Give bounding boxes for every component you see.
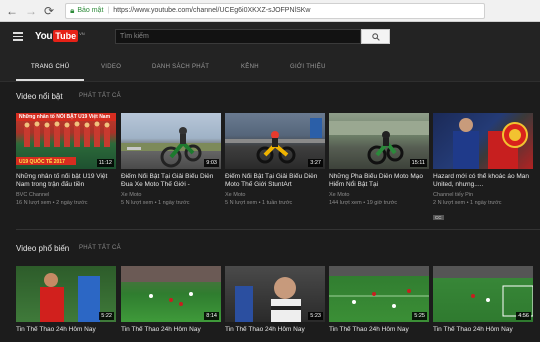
lock-icon: 🔒︎: [70, 5, 75, 15]
video-title[interactable]: Hazard mới có thể khoác áo Man United, n…: [433, 173, 533, 189]
secure-label: Bảo mật: [77, 7, 104, 14]
video-channel[interactable]: BVC Channel: [16, 192, 116, 198]
video-duration: 5:22: [99, 312, 114, 320]
popular-play-all[interactable]: PHÁT TẤT CẢ: [79, 245, 121, 251]
video-title[interactable]: Tin Thể Thao 24h Hôm Nay: [121, 326, 221, 342]
reload-icon[interactable]: ⟳: [44, 5, 54, 17]
url-text: https://www.youtube.com/channel/UCEg6i0X…: [113, 7, 311, 14]
masthead: You Tube VN Tìm kiếm: [0, 22, 540, 52]
thumbnail-banner-top: Những nhân tố NỔI BẬT U19 Việt Nam: [19, 114, 111, 120]
video-card[interactable]: 5:23 Tin Thể Thao 24h Hôm Nay: [225, 266, 325, 342]
video-meta: 5 N lượt xem • 1 ngày trước: [121, 200, 190, 206]
video-channel[interactable]: Xe Moto: [121, 192, 221, 198]
video-thumbnail[interactable]: 5:22: [16, 266, 116, 322]
video-title[interactable]: Tin Thể Thao 24h Hôm Nay: [433, 326, 533, 342]
video-channel[interactable]: Xe Moto: [329, 192, 429, 198]
video-channel[interactable]: Xe Moto: [225, 192, 325, 198]
channel-tabs: TRANG CHỦ VIDEO DANH SÁCH PHÁT KÊNH GIỚI…: [0, 52, 540, 82]
video-meta: 16 N lượt xem • 2 ngày trước: [16, 200, 88, 206]
video-title[interactable]: Điểm Nổi Bật Tại Giải Biểu Diễn Đua Xe M…: [121, 173, 221, 189]
thumbnail-banner-bottom: U19 QUỐC TẾ 2017: [19, 159, 65, 165]
video-thumbnail[interactable]: 15:11: [329, 113, 429, 169]
video-thumbnail[interactable]: [433, 113, 533, 169]
video-card[interactable]: 15:11 Những Pha Biểu Diễn Moto Mạo Hiểm …: [329, 113, 429, 206]
video-duration: 4:56: [516, 312, 531, 320]
video-card[interactable]: Hazard mới có thể khoác áo Man United, n…: [433, 113, 533, 224]
tab-about[interactable]: GIỚI THIỆU: [290, 64, 326, 70]
video-thumbnail[interactable]: 8:14: [121, 266, 221, 322]
video-thumbnail[interactable]: 4:56: [433, 266, 533, 322]
search-input[interactable]: Tìm kiếm: [115, 29, 361, 44]
video-card[interactable]: 5:25 Tin Thể Thao 24h Hôm Nay: [329, 266, 429, 342]
video-meta: 5 N lượt xem • 1 tuần trước: [225, 200, 293, 206]
video-duration: 9:03: [204, 159, 219, 167]
video-title[interactable]: Những Pha Biểu Diễn Moto Mạo Hiểm Nổi Bậ…: [329, 173, 429, 189]
video-card[interactable]: 3:27 Điểm Nổi Bật Tại Giải Biểu Diễn Mot…: [225, 113, 325, 206]
tab-home[interactable]: TRANG CHỦ: [31, 64, 69, 70]
logo-country: VN: [79, 30, 85, 36]
video-duration: 5:25: [412, 312, 427, 320]
tab-videos[interactable]: VIDEO: [101, 64, 121, 70]
video-card[interactable]: 4:56 Tin Thể Thao 24h Hôm Nay: [433, 266, 533, 342]
thumbnail-art: [453, 118, 528, 169]
video-duration: 8:14: [204, 312, 219, 320]
search-icon: [371, 32, 380, 41]
video-duration: 5:23: [308, 312, 323, 320]
video-thumbnail[interactable]: 5:25: [329, 266, 429, 322]
browser-toolbar: ← → ⟳ 🔒︎ Bảo mật | https://www.youtube.c…: [0, 0, 540, 22]
video-card[interactable]: Những nhân tố NỔI BẬT U19 Việt Nam U19 Q…: [16, 113, 116, 206]
cc-badge: CC: [433, 215, 444, 220]
featured-section-title: Video nổi bật: [16, 92, 63, 101]
video-thumbnail[interactable]: 3:27: [225, 113, 325, 169]
forward-icon[interactable]: →: [25, 5, 37, 17]
video-meta: 144 lượt xem • 19 giờ trước: [329, 200, 398, 206]
video-title[interactable]: Những nhân tố nổi bật U19 Việt Nam trong…: [16, 173, 116, 189]
url-separator: |: [107, 7, 110, 14]
video-duration: 11:12: [96, 159, 114, 167]
address-bar[interactable]: 🔒︎ Bảo mật | https://www.youtube.com/cha…: [65, 2, 486, 19]
search-button[interactable]: [361, 29, 390, 44]
tab-playlists[interactable]: DANH SÁCH PHÁT: [152, 64, 209, 70]
tab-channels[interactable]: KÊNH: [241, 64, 259, 70]
featured-play-all[interactable]: PHÁT TẤT CẢ: [79, 93, 121, 99]
popular-section-title: Video phổ biến: [16, 244, 70, 253]
video-title[interactable]: Tin Thể Thao 24h Hôm Nay: [225, 326, 325, 342]
video-card[interactable]: 5:22 Tin Thể Thao 24h Hôm Nay: [16, 266, 116, 342]
video-thumbnail[interactable]: Những nhân tố NỔI BẬT U19 Việt Nam U19 Q…: [16, 113, 116, 169]
video-title[interactable]: Tin Thể Thao 24h Hôm Nay: [329, 326, 429, 342]
section-divider: [16, 229, 540, 230]
video-thumbnail[interactable]: 9:03: [121, 113, 221, 169]
active-tab-indicator: [16, 79, 84, 81]
video-card[interactable]: 8:14 Tin Thể Thao 24h Hôm Nay: [121, 266, 221, 342]
menu-icon[interactable]: [13, 32, 23, 43]
youtube-logo[interactable]: You Tube VN: [35, 30, 85, 42]
logo-text-you: You: [35, 30, 53, 42]
video-title[interactable]: Điểm Nổi Bật Tại Giải Biểu Diễn Moto Thế…: [225, 173, 325, 189]
video-thumbnail[interactable]: 5:23: [225, 266, 325, 322]
video-channel[interactable]: Channel tiếy Pin: [433, 192, 533, 198]
video-duration: 3:27: [308, 159, 323, 167]
video-title[interactable]: Tin Thể Thao 24h Hôm Nay: [16, 326, 116, 342]
video-meta: 2 N lượt xem • 1 ngày trước: [433, 200, 502, 206]
video-duration: 15:11: [409, 159, 427, 167]
back-icon[interactable]: ←: [6, 5, 18, 17]
logo-text-tube: Tube: [53, 30, 79, 42]
video-card[interactable]: 9:03 Điểm Nổi Bật Tại Giải Biểu Diễn Đua…: [121, 113, 221, 206]
